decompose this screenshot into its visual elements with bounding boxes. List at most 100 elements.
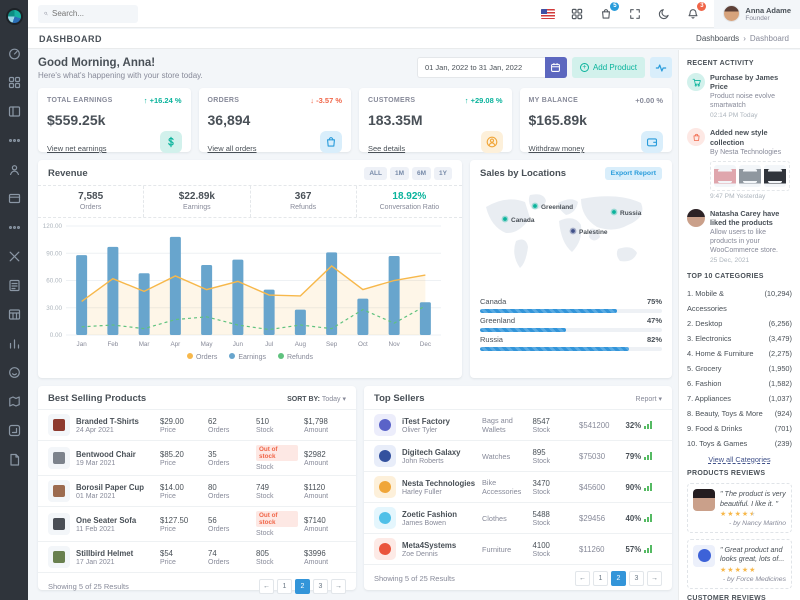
- see-details-link[interactable]: See details: [368, 144, 405, 153]
- multilevel-icon[interactable]: [0, 416, 28, 445]
- fullscreen-icon[interactable]: [627, 6, 643, 22]
- map-marker-label: Canada: [511, 217, 535, 224]
- page-button[interactable]: 1: [277, 579, 292, 594]
- advance-ui-icon[interactable]: [0, 242, 28, 271]
- reviewer-logo: [693, 545, 715, 567]
- view-all-orders-link[interactable]: View all orders: [208, 144, 257, 153]
- layouts-icon[interactable]: [0, 97, 28, 126]
- legend-item[interactable]: Earnings: [229, 353, 266, 361]
- customer-reviews-title: CUSTOMER REVIEWS: [687, 595, 792, 600]
- activity-button[interactable]: [650, 57, 672, 78]
- legend-item[interactable]: Orders: [187, 353, 217, 361]
- icons-icon[interactable]: [0, 358, 28, 387]
- category-row[interactable]: 5. Grocery(1,950): [687, 361, 792, 376]
- product-image: [48, 414, 70, 436]
- category-row[interactable]: 3. Electronics(3,479): [687, 331, 792, 346]
- category-row[interactable]: 1. Mobile & Accessories(10,294): [687, 286, 792, 316]
- search-input[interactable]: [52, 9, 132, 18]
- category-row[interactable]: 4. Home & Furniture(2,275): [687, 346, 792, 361]
- page-button[interactable]: 3: [313, 579, 328, 594]
- seller-logo: [374, 538, 396, 560]
- page-button[interactable]: →: [647, 571, 662, 586]
- map-marker-label: Palestine: [579, 229, 608, 236]
- category-row[interactable]: 10. Toys & Games(239): [687, 436, 792, 451]
- page-button[interactable]: 3: [629, 571, 644, 586]
- stat-value: 36,894: [208, 112, 343, 128]
- charts-icon[interactable]: [0, 329, 28, 358]
- apps-icon[interactable]: [0, 68, 28, 97]
- add-product-button[interactable]: + Add Product: [572, 57, 645, 78]
- trend-flat-badge: +0.00 %: [635, 96, 663, 105]
- view-net-earnings-link[interactable]: View net earnings: [47, 144, 106, 153]
- search-box[interactable]: [38, 5, 138, 23]
- world-map[interactable]: Greenland Canada Russia Palestine: [470, 185, 672, 294]
- product-row[interactable]: Stillbird Helmet 17 Jan 2021 $54Price 74…: [38, 541, 356, 572]
- user-menu[interactable]: Anna Adame Founder: [714, 0, 800, 28]
- language-flag-icon[interactable]: [540, 6, 556, 22]
- shopping-bag-icon[interactable]: 5: [598, 6, 614, 22]
- page-button[interactable]: ←: [259, 579, 274, 594]
- calendar-button[interactable]: [545, 57, 567, 78]
- product-row[interactable]: Branded T-Shirts 24 Apr 2021 $29.00Price…: [38, 409, 356, 440]
- view-all-categories-link[interactable]: View all Categories: [687, 455, 792, 464]
- legend-item[interactable]: Refunds: [278, 353, 313, 361]
- seller-row[interactable]: Nesta Technologies Harley Fuller Bike Ac…: [364, 471, 672, 502]
- seller-row[interactable]: iTest Factory Oliver Tyler Bags and Wall…: [364, 409, 672, 440]
- authentication-icon[interactable]: [0, 155, 28, 184]
- seller-category: Watches: [482, 452, 527, 461]
- product-row[interactable]: Borosil Paper Cup 01 Mar 2021 $14.00Pric…: [38, 475, 356, 506]
- seller-person: John Roberts: [402, 458, 476, 465]
- breadcrumb-separator: ›: [743, 34, 746, 43]
- breadcrumb-root[interactable]: Dashboards: [696, 34, 739, 43]
- more-icon[interactable]: [0, 213, 28, 242]
- withdraw-money-link[interactable]: Withdraw money: [529, 144, 585, 153]
- range-button[interactable]: 6M: [412, 167, 431, 180]
- tables-icon[interactable]: [0, 300, 28, 329]
- seller-person: Zoe Dennis: [402, 551, 476, 558]
- category-row[interactable]: 7. Appliances(1,037): [687, 391, 792, 406]
- report-dropdown[interactable]: Report ▾: [636, 395, 662, 403]
- bell-icon[interactable]: 3: [685, 6, 701, 22]
- product-date: 17 Jan 2021: [76, 559, 154, 566]
- top-header: 5 3 Anna Adame Founder: [28, 0, 800, 28]
- mini-chart-icon: [644, 483, 652, 491]
- page-header: DASHBOARD Dashboards › Dashboard: [28, 29, 800, 49]
- seller-logo: [374, 476, 396, 498]
- bag-icon: [687, 128, 705, 146]
- seller-person: Harley Fuller: [402, 489, 476, 496]
- category-row[interactable]: 9. Food & Drinks(701): [687, 421, 792, 436]
- docs-icon[interactable]: [0, 445, 28, 474]
- forms-icon[interactable]: [0, 271, 28, 300]
- pages-icon[interactable]: [0, 126, 28, 155]
- category-row[interactable]: 2. Desktop(6,256): [687, 316, 792, 331]
- page-button[interactable]: 2: [611, 571, 626, 586]
- date-range-input[interactable]: [417, 57, 545, 78]
- seller-row[interactable]: Digitech Galaxy John Roberts Watches 895…: [364, 440, 672, 471]
- dashboard-icon[interactable]: [0, 39, 28, 68]
- category-row[interactable]: 8. Beauty, Toys & More(924): [687, 406, 792, 421]
- sort-by-dropdown[interactable]: SORT BY: Today ▾: [287, 395, 346, 403]
- range-button[interactable]: ALL: [364, 167, 387, 180]
- widgets-icon[interactable]: [0, 184, 28, 213]
- seller-person: Oliver Tyler: [402, 427, 476, 434]
- app-logo-icon[interactable]: [6, 8, 23, 25]
- page-button[interactable]: 1: [593, 571, 608, 586]
- apps-grid-icon[interactable]: [569, 6, 585, 22]
- collection-thumbnails[interactable]: [710, 161, 790, 191]
- breadcrumb-current: Dashboard: [750, 34, 789, 43]
- category-row[interactable]: 6. Fashion(1,582): [687, 376, 792, 391]
- export-report-button[interactable]: Export Report: [605, 167, 662, 180]
- product-row[interactable]: One Seater Sofa 11 Feb 2021 $127.50Price…: [38, 506, 356, 541]
- page-button[interactable]: 2: [295, 579, 310, 594]
- moon-icon[interactable]: [656, 6, 672, 22]
- range-button[interactable]: 1M: [390, 167, 409, 180]
- page-button[interactable]: →: [331, 579, 346, 594]
- seller-row[interactable]: Meta4Systems Zoe Dennis Furniture 4100St…: [364, 533, 672, 564]
- range-button[interactable]: 1Y: [434, 167, 452, 180]
- page-button[interactable]: ←: [575, 571, 590, 586]
- maps-icon[interactable]: [0, 387, 28, 416]
- product-row[interactable]: Bentwood Chair 19 Mar 2021 $85.20Price 3…: [38, 440, 356, 475]
- location-row-russia: Russia82%: [470, 332, 672, 351]
- seller-row[interactable]: Zoetic Fashion James Bowen Clothes 5488S…: [364, 502, 672, 533]
- svg-text:Feb: Feb: [107, 341, 118, 348]
